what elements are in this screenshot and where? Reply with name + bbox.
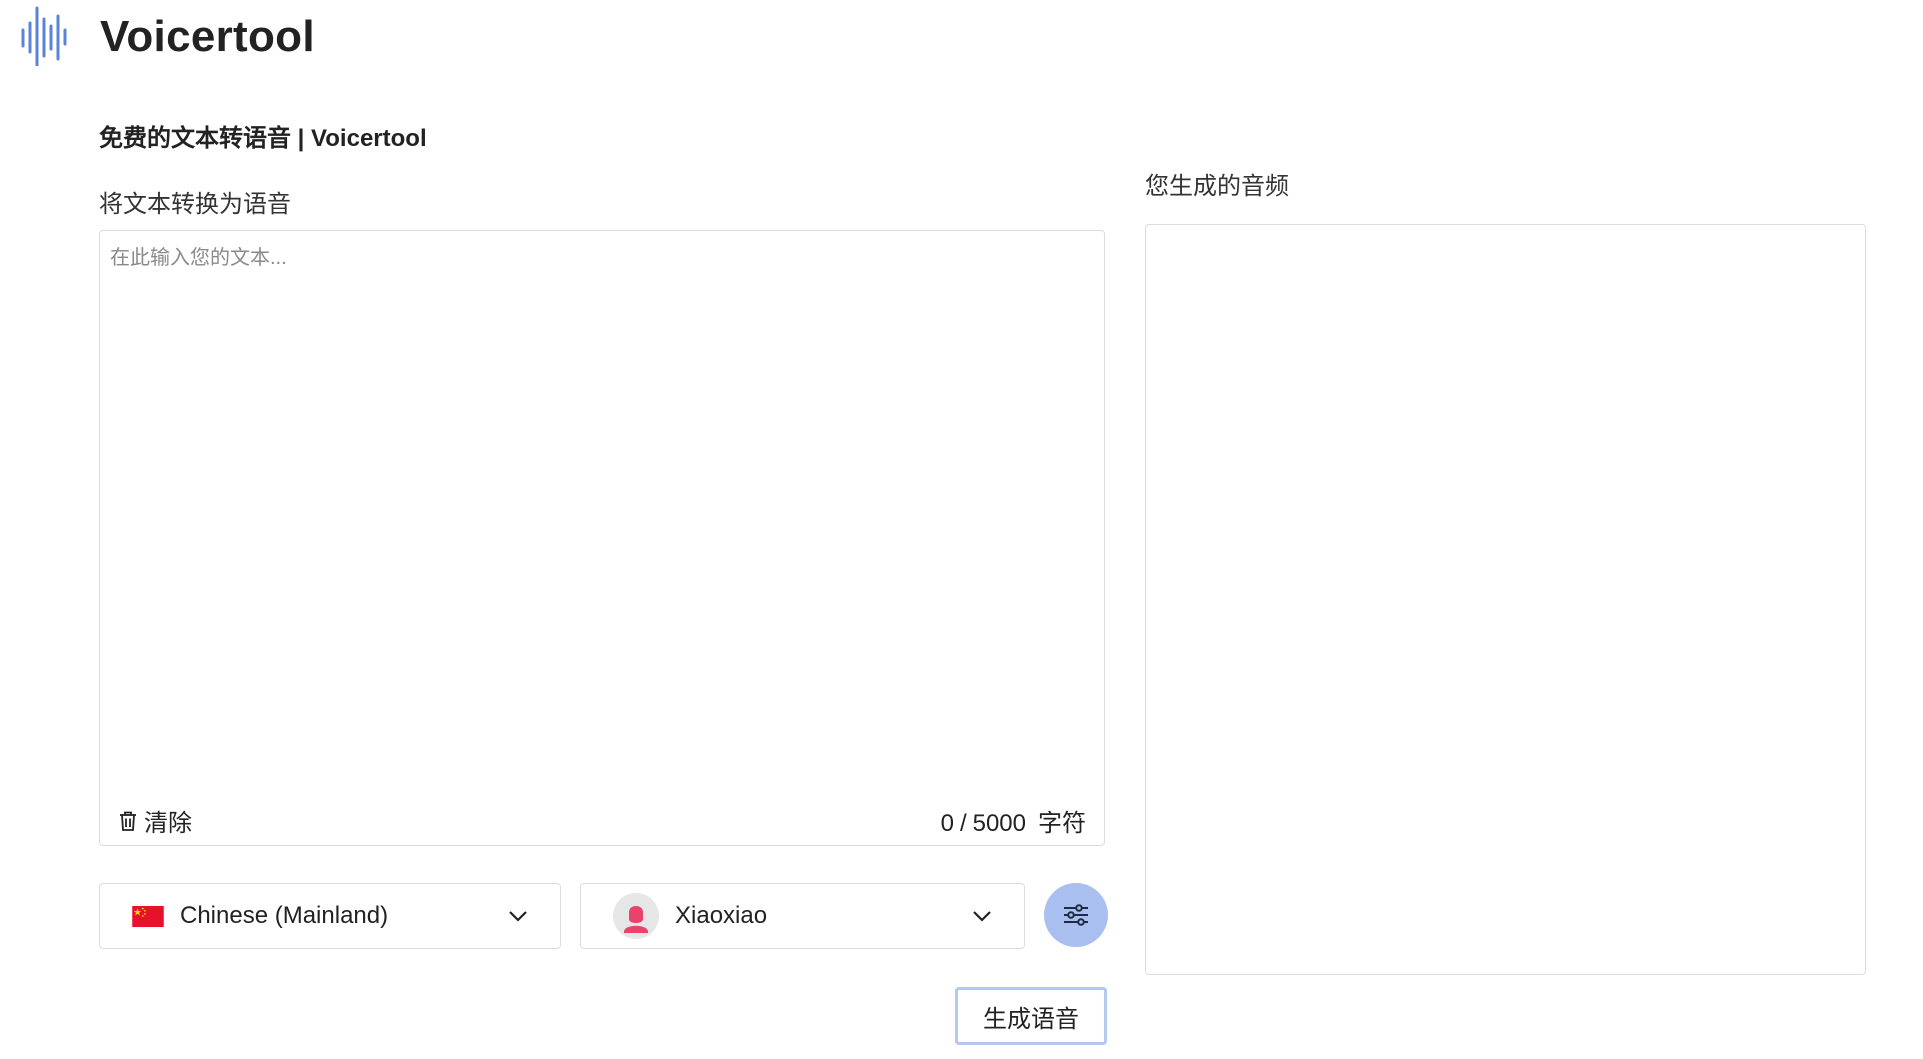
text-editor-card: 清除 0/5000字符: [99, 230, 1105, 846]
generate-speech-button[interactable]: 生成语音: [955, 987, 1107, 1045]
voice-select-value: Xiaoxiao: [675, 902, 768, 929]
page-subtitle: 免费的文本转语音 | Voicertool: [99, 125, 427, 152]
chevron-down-icon: [973, 911, 991, 922]
clear-button[interactable]: 清除: [118, 803, 192, 838]
voice-settings-button[interactable]: [1044, 883, 1108, 947]
char-count-current: 0: [940, 810, 954, 837]
chevron-down-icon: [509, 911, 527, 922]
char-count-unit: 字符: [1038, 810, 1086, 837]
china-flag-icon: [132, 905, 164, 927]
input-section-label: 将文本转换为语音: [99, 191, 291, 218]
page: Voicertool 免费的文本转语音 | Voicertool 将文本转换为语…: [0, 0, 1923, 1059]
clear-button-label: 清除: [144, 810, 192, 837]
brand-name[interactable]: Voicertool: [100, 12, 315, 62]
text-input[interactable]: [110, 241, 1090, 801]
audio-output-panel: [1145, 224, 1866, 975]
voice-select[interactable]: Xiaoxiao: [580, 883, 1025, 949]
trash-icon: [120, 811, 136, 831]
language-select-value: Chinese (Mainland): [180, 902, 389, 929]
character-counter: 0/5000 字符: [940, 810, 1086, 837]
sliders-icon: [1064, 904, 1088, 926]
language-select[interactable]: Chinese (Mainland): [99, 883, 561, 949]
soundwave-icon: [21, 6, 67, 66]
output-section-label: 您生成的音频: [1145, 173, 1289, 200]
char-count-max: 5000: [972, 810, 1026, 837]
logo[interactable]: [20, 6, 72, 66]
female-avatar-icon: [613, 893, 659, 939]
